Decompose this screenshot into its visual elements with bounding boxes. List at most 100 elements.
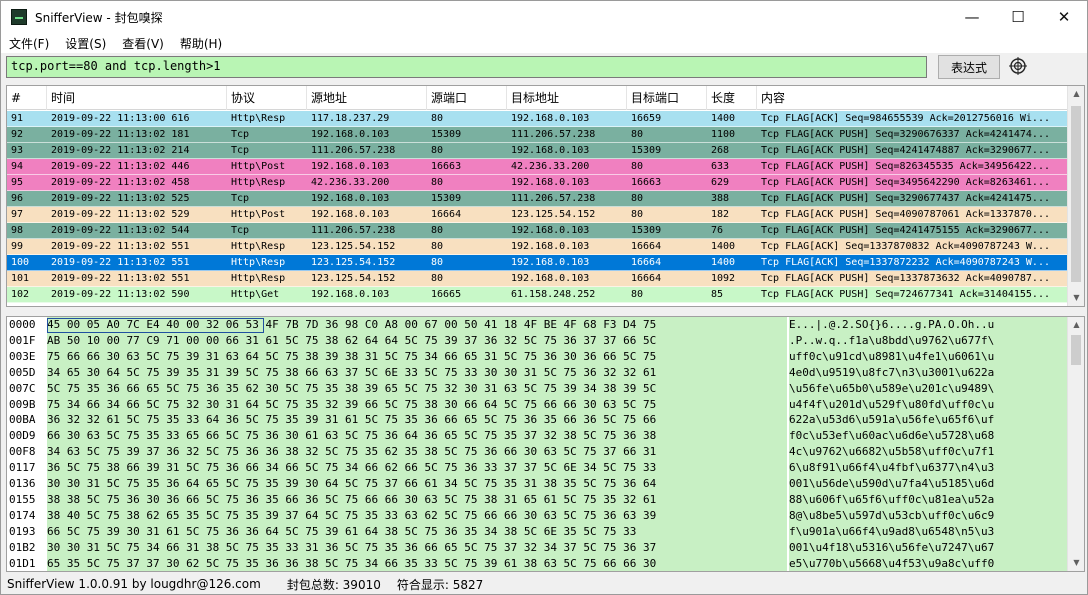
cell-time: 2019-09-22 11:13:02 551 [51, 257, 190, 268]
cell-num: 102 [11, 289, 30, 300]
hex-ascii[interactable]: f\u901a\u66f4\u9ad8\u6548\n5\u3 [789, 523, 1067, 540]
hex-bytes[interactable]: 30 30 31 5C 75 35 36 64 65 5C 75 35 39 3… [47, 476, 787, 492]
hex-ascii[interactable]: f0c\u53ef\u60ac\u6d6e\u5728\u68 [789, 428, 1067, 445]
hex-ascii[interactable]: c\u70b9\u4efa\u610f\u7a7a\u767d [789, 571, 1067, 572]
table-row[interactable]: 98 2019-09-22 11:13:02 544 Tcp 111.206.57.2… [7, 223, 1068, 239]
hex-ascii[interactable]: 8@\u8be5\u597d\u53cb\uff0c\u6c9 [789, 507, 1067, 524]
cell-dst: 123.125.54.152 [511, 209, 596, 220]
hex-line: 01B2 30 30 31 5C 75 34 66 31 38 5C 75 35 … [7, 539, 1067, 556]
hex-line: 0117 36 5C 75 38 66 39 31 5C 75 36 66 34 … [7, 460, 1067, 477]
table-row[interactable]: 97 2019-09-22 11:13:02 529 Http\Post 192.16… [7, 207, 1068, 223]
menu-file[interactable]: 文件(F) [1, 35, 57, 52]
hex-bytes[interactable]: 66 30 63 5C 75 35 33 65 66 5C 75 36 30 6… [47, 428, 787, 445]
filter-expression-input[interactable]: tcp.port==80 and tcp.length>1 [6, 56, 927, 78]
target-capture-icon[interactable] [1009, 57, 1027, 75]
table-row[interactable]: 101 2019-09-22 11:13:02 551 Http\Resp 123.1… [7, 271, 1068, 287]
hex-bytes[interactable]: 5C 75 35 36 66 65 5C 75 36 35 62 30 5C 7… [47, 380, 787, 397]
menu-view[interactable]: 查看(V) [114, 35, 172, 52]
col-src-address[interactable]: 源地址 [307, 86, 427, 110]
scroll-up-icon[interactable]: ▲ [1068, 86, 1084, 102]
hex-bytes[interactable]: 36 32 32 61 5C 75 35 33 64 36 5C 75 35 3… [47, 412, 787, 429]
cell-num: 100 [11, 257, 30, 268]
hex-ascii[interactable]: 622a\u53d6\u591a\u56fe\u65f6\uf [789, 412, 1067, 429]
cell-src: 192.168.0.103 [311, 193, 390, 204]
table-row[interactable]: 93 2019-09-22 11:13:02 214 Tcp 111.206.57.2… [7, 143, 1068, 159]
menu-help[interactable]: 帮助(H) [172, 35, 230, 52]
table-row[interactable]: 102 2019-09-22 11:13:02 590 Http\Get 192.16… [7, 287, 1068, 303]
hex-bytes[interactable]: 30 30 31 5C 75 34 66 31 38 5C 75 35 33 3… [47, 539, 787, 556]
maximize-button[interactable]: ☐ [995, 1, 1041, 33]
cell-dst: 192.168.0.103 [511, 177, 590, 188]
hex-line: 0174 38 40 5C 75 38 62 65 35 5C 75 35 39 … [7, 507, 1067, 524]
packet-list[interactable]: # 时间 协议 源地址 源端口 目标地址 目标端口 长度 内容 91 2019-0… [6, 85, 1085, 307]
cell-src: 192.168.0.103 [311, 289, 390, 300]
table-row[interactable]: 96 2019-09-22 11:13:02 525 Tcp 192.168.0.10… [7, 191, 1068, 207]
hex-bytes[interactable]: 75 34 66 34 66 5C 75 32 30 31 64 5C 75 3… [47, 396, 787, 413]
packet-list-scrollbar[interactable]: ▲ ▼ [1067, 86, 1084, 306]
hex-scroll-thumb[interactable] [1071, 335, 1081, 365]
hex-bytes[interactable]: 38 40 5C 75 38 62 65 35 5C 75 35 39 37 6… [47, 507, 787, 524]
scroll-thumb[interactable] [1071, 106, 1081, 282]
cell-content: Tcp FLAG[ACK PUSH] Seq=4241474887 Ack=32… [761, 145, 1050, 156]
hex-bytes[interactable]: 34 65 30 64 5C 75 39 35 31 39 5C 75 38 6… [47, 364, 787, 381]
hex-view-scrollbar[interactable]: ▲ ▼ [1067, 317, 1084, 571]
close-button[interactable]: ✕ [1041, 1, 1087, 33]
cell-sport: 15309 [431, 129, 462, 140]
title-bar[interactable]: SnifferView - 封包嗅探 — ☐ ✕ [1, 1, 1087, 33]
hex-scroll-down-icon[interactable]: ▼ [1068, 555, 1084, 571]
hex-ascii[interactable]: \u56fe\u65b0\u589e\u201c\u9489\ [789, 380, 1067, 397]
cell-dport: 80 [631, 289, 644, 300]
table-row[interactable]: 95 2019-09-22 11:13:02 458 Http\Resp 42.236… [7, 175, 1068, 191]
hex-ascii[interactable]: u4f4f\u201d\u529f\u80fd\uff0c\u [789, 396, 1067, 413]
cell-src: 192.168.0.103 [311, 161, 390, 172]
menu-settings[interactable]: 设置(S) [57, 35, 114, 52]
hex-bytes[interactable]: 65 35 5C 75 37 37 30 62 5C 75 35 36 36 3… [47, 555, 787, 571]
hex-ascii[interactable]: 4c\u9762\u6682\u5b58\uff0c\u7f1 [789, 444, 1067, 461]
table-row[interactable]: 94 2019-09-22 11:13:02 446 Http\Post 192.16… [7, 159, 1068, 175]
hex-line: 0155 38 38 5C 75 36 30 36 66 5C 75 36 35 … [7, 491, 1067, 508]
hex-bytes[interactable]: 36 5C 75 38 66 39 31 5C 75 36 66 34 66 5… [47, 460, 787, 477]
cell-proto: Tcp [231, 193, 250, 204]
hex-ascii[interactable]: 001\u56de\u590d\u7fa4\u5185\u6d [789, 476, 1067, 492]
hex-bytes[interactable]: AB 50 10 00 77 C9 71 00 00 66 31 61 5C 7… [47, 332, 787, 349]
hex-ascii[interactable]: uff0c\u91cd\u8981\u4fe1\u6061\u [789, 348, 1067, 365]
table-row[interactable]: 100 2019-09-22 11:13:02 551 Http\Resp 123.1… [7, 255, 1068, 271]
pane-splitter[interactable] [1, 309, 1087, 315]
minimize-button[interactable]: — [949, 1, 995, 33]
hex-ascii[interactable]: e5\u770b\u5668\u4f53\u9a8c\uff0 [789, 555, 1067, 571]
scroll-down-icon[interactable]: ▼ [1068, 290, 1084, 306]
cell-src: 192.168.0.103 [311, 129, 390, 140]
col-dst-port[interactable]: 目标端口 [627, 86, 707, 110]
hex-ascii[interactable]: 6\u8f91\u66f4\u4fbf\u6377\n4\u3 [789, 460, 1067, 477]
hex-ascii[interactable]: 88\u606f\u65f6\uff0c\u81ea\u52a [789, 491, 1067, 508]
hex-offset: 0155 [9, 492, 36, 506]
col-dst-address[interactable]: 目标地址 [507, 86, 627, 110]
hex-scroll-up-icon[interactable]: ▲ [1068, 317, 1084, 333]
col-src-port[interactable]: 源端口 [427, 86, 507, 110]
hex-offset: 01F0 [9, 571, 45, 572]
expression-button[interactable]: 表达式 [938, 55, 1000, 79]
col-protocol[interactable]: 协议 [227, 86, 307, 110]
hex-bytes[interactable]: 63 5C 75 37 30 62 39 5C 75 34 65 66 61 5… [47, 571, 787, 572]
table-row[interactable]: 91 2019-09-22 11:13:00 616 Http\Resp 117.18… [7, 111, 1068, 127]
hex-ascii[interactable]: E...|.@.2.SO{}6....g.PA.O.Oh..u [789, 317, 1067, 333]
cell-time: 2019-09-22 11:13:02 458 [51, 177, 190, 188]
hex-ascii[interactable]: 001\u4f18\u5316\u56fe\u7247\u67 [789, 539, 1067, 556]
hex-ascii[interactable]: .P..w.q..f1a\u8bdd\u9762\u677f\ [789, 332, 1067, 349]
col-time[interactable]: 时间 [47, 86, 227, 110]
col-content[interactable]: 内容 [757, 86, 1068, 110]
hex-bytes[interactable]: 38 38 5C 75 36 30 36 66 5C 75 36 35 66 3… [47, 491, 787, 508]
col-length[interactable]: 长度 [707, 86, 757, 110]
hex-offset: 009B [9, 397, 36, 411]
hex-ascii[interactable]: 4e0d\u9519\u8fc7\n3\u3001\u622a [789, 364, 1067, 381]
col-number[interactable]: # [7, 86, 47, 110]
hex-bytes[interactable]: 75 66 66 30 63 5C 75 39 31 63 64 5C 75 3… [47, 348, 787, 365]
cell-sport: 80 [431, 145, 444, 156]
hex-view[interactable]: 0000 45 00 05 A0 7C E4 40 00 32 06 53 4F … [6, 316, 1085, 572]
hex-line: 01D1 65 35 5C 75 37 37 30 62 5C 75 35 36 … [7, 555, 1067, 571]
hex-bytes[interactable]: 66 5C 75 39 30 31 61 5C 75 36 36 64 5C 7… [47, 523, 787, 540]
hex-bytes[interactable]: 34 63 5C 75 39 37 36 32 5C 75 36 36 38 3… [47, 444, 787, 461]
table-row[interactable]: 99 2019-09-22 11:13:02 551 Http\Resp 123.12… [7, 239, 1068, 255]
cell-src: 42.236.33.200 [311, 177, 390, 188]
table-row[interactable]: 92 2019-09-22 11:13:02 181 Tcp 192.168.0.10… [7, 127, 1068, 143]
